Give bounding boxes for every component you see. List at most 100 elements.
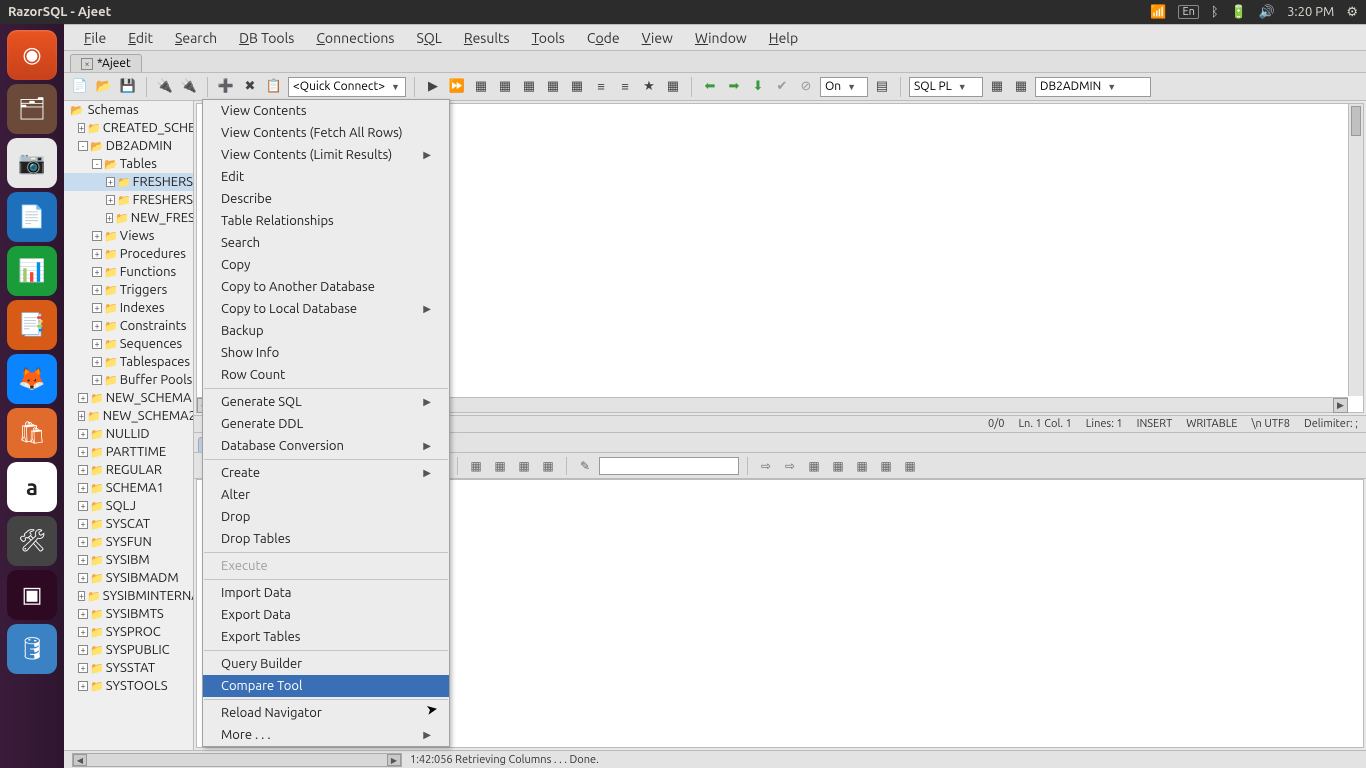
context-menu-item[interactable]: Create▶ bbox=[203, 462, 449, 484]
tree-node[interactable]: +📁Procedures bbox=[64, 245, 193, 263]
tree-node[interactable]: +📁FRESHERS bbox=[64, 173, 193, 191]
tb-icon[interactable]: ▦ bbox=[828, 456, 848, 476]
expand-icon[interactable]: + bbox=[92, 303, 102, 313]
expand-icon[interactable]: + bbox=[92, 267, 102, 277]
tree-node[interactable]: +📁SYSTOOLS bbox=[64, 677, 193, 695]
menu-window[interactable]: Window bbox=[685, 28, 757, 48]
tb-icon[interactable]: ▦ bbox=[490, 456, 510, 476]
menu-code[interactable]: Code bbox=[577, 28, 630, 48]
amazon-icon[interactable]: a bbox=[7, 462, 57, 512]
expand-icon[interactable]: + bbox=[92, 249, 102, 259]
camera-app-icon[interactable]: 📷 bbox=[7, 138, 57, 188]
expand-icon[interactable]: + bbox=[78, 537, 88, 547]
tree-node[interactable]: +📁PARTTIME bbox=[64, 443, 193, 461]
exec-icon[interactable]: ▶ bbox=[423, 77, 443, 97]
new-tab-icon[interactable]: ➕ bbox=[216, 77, 236, 97]
vertical-scrollbar[interactable] bbox=[1348, 104, 1363, 396]
tb-icon[interactable]: ≡ bbox=[615, 77, 635, 97]
scroll-right-icon[interactable]: ▶ bbox=[387, 754, 401, 766]
tree-node[interactable]: +📁Sequences bbox=[64, 335, 193, 353]
tb-icon[interactable]: ▦ bbox=[1011, 77, 1031, 97]
connection-tab-ajeet[interactable]: × *Ajeet bbox=[70, 54, 142, 72]
tree-node[interactable]: -📂Tables bbox=[64, 155, 193, 173]
tree-node[interactable]: +📁Triggers bbox=[64, 281, 193, 299]
expand-icon[interactable]: + bbox=[92, 375, 102, 385]
expand-icon[interactable]: + bbox=[78, 627, 88, 637]
context-menu-item[interactable]: Compare Tool bbox=[203, 675, 449, 697]
tb-icon[interactable]: ▦ bbox=[876, 456, 896, 476]
copy-icon[interactable]: 📋 bbox=[264, 77, 284, 97]
autocommit-combo[interactable]: On ▼ bbox=[820, 77, 868, 97]
expand-icon[interactable]: + bbox=[92, 339, 102, 349]
tb-icon[interactable]: ≡ bbox=[591, 77, 611, 97]
expand-icon[interactable]: + bbox=[78, 555, 88, 565]
expand-icon[interactable]: + bbox=[78, 429, 88, 439]
menu-view[interactable]: View bbox=[632, 28, 683, 48]
tree-node[interactable]: +📁SQLJ bbox=[64, 497, 193, 515]
context-menu-item[interactable]: More . . .▶ bbox=[203, 724, 449, 746]
expand-icon[interactable]: + bbox=[106, 177, 115, 187]
tree-node[interactable]: +📁SYSPUBLIC bbox=[64, 641, 193, 659]
expand-icon[interactable]: + bbox=[106, 213, 113, 223]
tree-node[interactable]: +📁SYSSTAT bbox=[64, 659, 193, 677]
tree-node[interactable]: +📁Views bbox=[64, 227, 193, 245]
context-menu-item[interactable]: View Contents (Limit Results)▶ bbox=[203, 144, 449, 166]
connect-icon[interactable]: 🔌 bbox=[155, 77, 175, 97]
battery-icon[interactable]: 🔋 bbox=[1231, 5, 1247, 20]
tb-icon[interactable]: ▦ bbox=[466, 456, 486, 476]
tree-node[interactable]: +📁REGULAR bbox=[64, 461, 193, 479]
close-tab-icon[interactable]: × bbox=[81, 58, 93, 70]
wifi-icon[interactable]: 📶 bbox=[1150, 5, 1166, 20]
context-menu-item[interactable]: Export Data bbox=[203, 604, 449, 626]
context-menu-item[interactable]: Export Tables bbox=[203, 626, 449, 648]
expand-icon[interactable]: + bbox=[78, 483, 88, 493]
back-icon[interactable]: ⬅ bbox=[700, 77, 720, 97]
impress-icon[interactable]: 📑 bbox=[7, 300, 57, 350]
context-menu-item[interactable]: Describe bbox=[203, 188, 449, 210]
tree-node[interactable]: +📁NULLID bbox=[64, 425, 193, 443]
tree-node[interactable]: +📁SYSIBM bbox=[64, 551, 193, 569]
tb-icon[interactable]: ▦ bbox=[852, 456, 872, 476]
new-file-icon[interactable]: 📄 bbox=[70, 77, 90, 97]
menu-file[interactable]: File bbox=[74, 28, 116, 48]
context-menu-item[interactable]: Alter bbox=[203, 484, 449, 506]
expand-icon[interactable]: + bbox=[78, 681, 88, 691]
keyboard-lang[interactable]: En bbox=[1178, 5, 1198, 19]
tb-icon[interactable]: ▦ bbox=[471, 77, 491, 97]
expand-icon[interactable]: + bbox=[78, 645, 88, 655]
tree-node[interactable]: +📁SYSCAT bbox=[64, 515, 193, 533]
close-tab-icon[interactable]: ✖ bbox=[240, 77, 260, 97]
tb-icon[interactable]: ▦ bbox=[987, 77, 1007, 97]
menu-tools[interactable]: Tools bbox=[522, 28, 575, 48]
filter-input[interactable] bbox=[599, 457, 739, 475]
tb-icon[interactable]: ▦ bbox=[900, 456, 920, 476]
context-menu-item[interactable]: Query Builder bbox=[203, 653, 449, 675]
tree-node[interactable]: +📁Indexes bbox=[64, 299, 193, 317]
tree-node[interactable]: +📁NEW_FRESHERS bbox=[64, 209, 193, 227]
razorsql-icon[interactable]: 🛢 bbox=[7, 624, 57, 674]
expand-icon[interactable]: + bbox=[78, 447, 88, 457]
expand-icon[interactable]: + bbox=[78, 465, 88, 475]
context-menu-item[interactable]: Import Data bbox=[203, 582, 449, 604]
tree-hscroll[interactable]: ◀ ▶ bbox=[72, 753, 402, 767]
expand-icon[interactable]: + bbox=[78, 663, 88, 673]
props-icon[interactable]: ▤ bbox=[872, 77, 892, 97]
menu-connections[interactable]: Connections bbox=[306, 28, 404, 48]
context-menu-item[interactable]: View Contents bbox=[203, 100, 449, 122]
expand-icon[interactable]: + bbox=[92, 231, 102, 241]
context-menu-item[interactable]: Drop bbox=[203, 506, 449, 528]
navigator-tree[interactable]: 📂 Schemas +📁CREATED_SCHEMA-📂DB2ADMIN-📂Ta… bbox=[64, 101, 194, 750]
schema-combo[interactable]: DB2ADMIN ▼ bbox=[1035, 77, 1151, 97]
expand-icon[interactable]: + bbox=[78, 519, 88, 529]
tb-icon[interactable]: ▦ bbox=[519, 77, 539, 97]
tb-icon[interactable]: ▦ bbox=[543, 77, 563, 97]
exec-all-icon[interactable]: ⏩ bbox=[447, 77, 467, 97]
files-icon[interactable]: 🗂 bbox=[7, 84, 57, 134]
tree-root[interactable]: 📂 Schemas bbox=[64, 101, 193, 119]
context-menu-item[interactable]: Drop Tables bbox=[203, 528, 449, 550]
tb-icon[interactable]: ▦ bbox=[538, 456, 558, 476]
check-icon[interactable]: ✔ bbox=[772, 77, 792, 97]
forward-icon[interactable]: ➡ bbox=[724, 77, 744, 97]
scroll-left-icon[interactable]: ◀ bbox=[73, 754, 87, 766]
sql-lang-combo[interactable]: SQL PL ▼ bbox=[909, 77, 983, 97]
